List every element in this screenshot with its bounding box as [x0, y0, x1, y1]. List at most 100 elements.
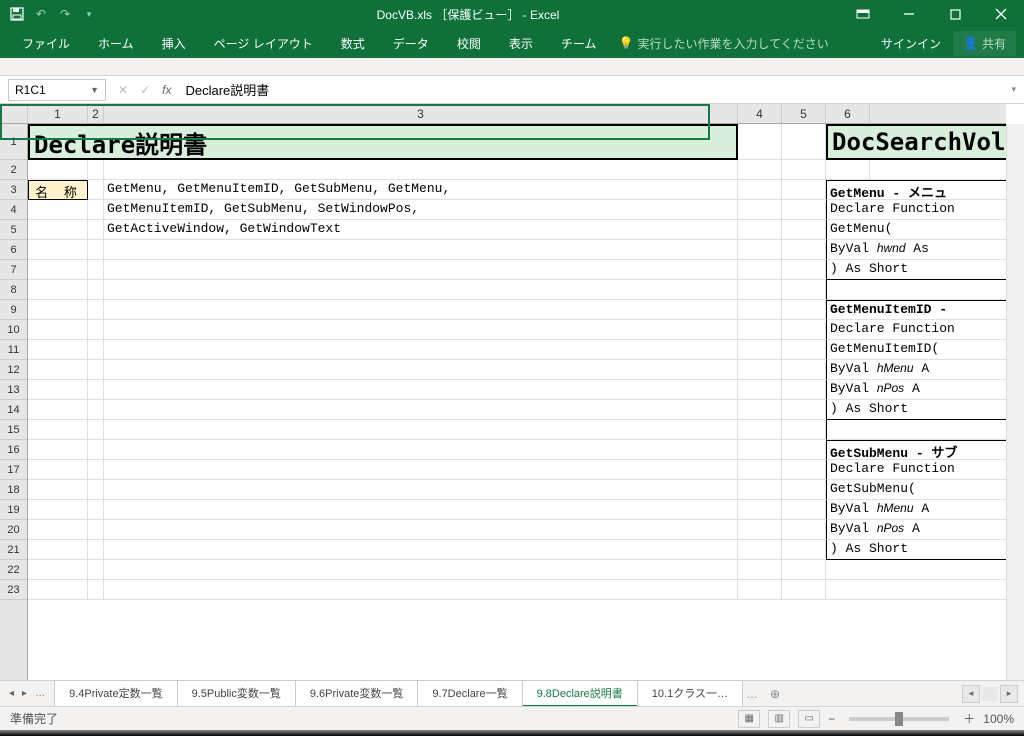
cell[interactable]	[28, 380, 88, 400]
row-headers[interactable]: 1234567891011121314151617181920212223	[0, 124, 28, 680]
view-pagebreak-icon[interactable]: ▭	[798, 710, 820, 728]
ribbon-tab[interactable]: ファイル	[8, 28, 84, 58]
cell[interactable]	[104, 400, 738, 420]
cell[interactable]	[88, 240, 104, 260]
sheet-tab[interactable]: 9.4Private定数一覧	[54, 680, 178, 707]
cell[interactable]	[782, 440, 826, 460]
cell[interactable]	[104, 440, 738, 460]
cell[interactable]	[88, 500, 104, 520]
cell[interactable]: ByVal nPos A	[826, 380, 1006, 400]
ribbon-tab[interactable]: ページ レイアウト	[200, 28, 327, 58]
cell[interactable]: GetActiveWindow, GetWindowText	[104, 220, 738, 240]
select-all-corner[interactable]	[0, 104, 28, 124]
row-header[interactable]: 18	[0, 480, 27, 500]
row-header[interactable]: 23	[0, 580, 27, 600]
cell[interactable]	[28, 420, 88, 440]
cell[interactable]: Declare Function	[826, 320, 1006, 340]
cell[interactable]: GetMenuItemID(	[826, 340, 1006, 360]
cell[interactable]	[88, 560, 104, 580]
cell[interactable]	[88, 340, 104, 360]
ribbon-tab[interactable]: データ	[379, 28, 443, 58]
add-sheet-button[interactable]: ⊕	[762, 683, 788, 705]
save-icon[interactable]	[10, 7, 24, 21]
row-header[interactable]: 20	[0, 520, 27, 540]
name-box[interactable]: R1C1 ▼	[8, 79, 106, 101]
cell[interactable]: Declare Function	[826, 200, 1006, 220]
cell[interactable]	[782, 360, 826, 380]
redo-icon[interactable]: ↷	[58, 7, 72, 21]
signin-link[interactable]: サインイン	[881, 35, 941, 52]
cell[interactable]	[88, 520, 104, 540]
cell[interactable]	[28, 320, 88, 340]
cell[interactable]	[88, 480, 104, 500]
cell[interactable]	[782, 340, 826, 360]
row-header[interactable]: 8	[0, 280, 27, 300]
cell[interactable]: 名 称	[28, 180, 88, 200]
cell[interactable]	[104, 340, 738, 360]
ribbon-tab[interactable]: 挿入	[148, 28, 200, 58]
cell[interactable]: ) As Short	[826, 540, 1006, 560]
row-header[interactable]: 12	[0, 360, 27, 380]
ribbon-tab[interactable]: 数式	[327, 28, 379, 58]
cell[interactable]	[88, 360, 104, 380]
fx-label[interactable]: fx	[162, 83, 179, 97]
row-header[interactable]: 5	[0, 220, 27, 240]
cell[interactable]	[782, 124, 826, 160]
row-header[interactable]: 2	[0, 160, 27, 180]
column-header[interactable]: 3	[104, 104, 738, 123]
share-button[interactable]: 👤 共有	[953, 31, 1016, 56]
row-header[interactable]: 19	[0, 500, 27, 520]
cell[interactable]	[104, 320, 738, 340]
cell[interactable]: ByVal hMenu A	[826, 500, 1006, 520]
zoom-in-button[interactable]: ＋	[963, 710, 975, 727]
cell[interactable]	[738, 240, 782, 260]
row-header[interactable]: 7	[0, 260, 27, 280]
row-header[interactable]: 4	[0, 200, 27, 220]
cell[interactable]	[28, 360, 88, 380]
cell[interactable]	[782, 580, 826, 600]
cell[interactable]	[738, 160, 782, 180]
sheet-tab[interactable]: 9.5Public変数一覧	[177, 680, 296, 707]
row-header[interactable]: 6	[0, 240, 27, 260]
cell[interactable]: GetMenu - メニュ	[826, 180, 1006, 200]
ribbon-tab[interactable]: ホーム	[84, 28, 148, 58]
sheet-tab[interactable]: 9.7Declare一覧	[417, 680, 522, 707]
cell[interactable]	[88, 440, 104, 460]
cell[interactable]	[782, 260, 826, 280]
cell[interactable]	[826, 160, 870, 180]
cell[interactable]	[28, 440, 88, 460]
cell[interactable]	[104, 360, 738, 380]
cell[interactable]	[104, 540, 738, 560]
cell[interactable]	[104, 480, 738, 500]
cell[interactable]	[782, 560, 826, 580]
row-header[interactable]: 14	[0, 400, 27, 420]
sheet-nav-first-icon[interactable]: ◂	[6, 686, 17, 701]
column-header[interactable]: 6	[826, 104, 870, 123]
row-header[interactable]: 9	[0, 300, 27, 320]
cell[interactable]	[782, 200, 826, 220]
cell[interactable]	[88, 540, 104, 560]
cell[interactable]	[28, 300, 88, 320]
cell[interactable]	[88, 460, 104, 480]
cell[interactable]	[738, 300, 782, 320]
ribbon-tab[interactable]: 表示	[495, 28, 547, 58]
cell[interactable]: DocSearchVol.v	[826, 124, 1006, 160]
cell[interactable]	[88, 400, 104, 420]
cell[interactable]	[782, 280, 826, 300]
undo-icon[interactable]: ↶	[34, 7, 48, 21]
minimize-button[interactable]	[886, 0, 932, 28]
row-header[interactable]: 16	[0, 440, 27, 460]
zoom-level[interactable]: 100%	[983, 712, 1014, 726]
cell[interactable]	[88, 280, 104, 300]
cell[interactable]	[782, 540, 826, 560]
cell[interactable]	[88, 160, 104, 180]
cell[interactable]	[28, 200, 88, 220]
cell[interactable]	[104, 280, 738, 300]
hscroll-track[interactable]	[982, 687, 998, 701]
cell[interactable]	[28, 580, 88, 600]
sheet-tab[interactable]: 9.6Private変数一覧	[295, 680, 419, 707]
cell[interactable]	[738, 540, 782, 560]
chevron-down-icon[interactable]: ▼	[90, 85, 99, 95]
cell[interactable]	[28, 160, 88, 180]
formula-input[interactable]	[179, 79, 1003, 101]
